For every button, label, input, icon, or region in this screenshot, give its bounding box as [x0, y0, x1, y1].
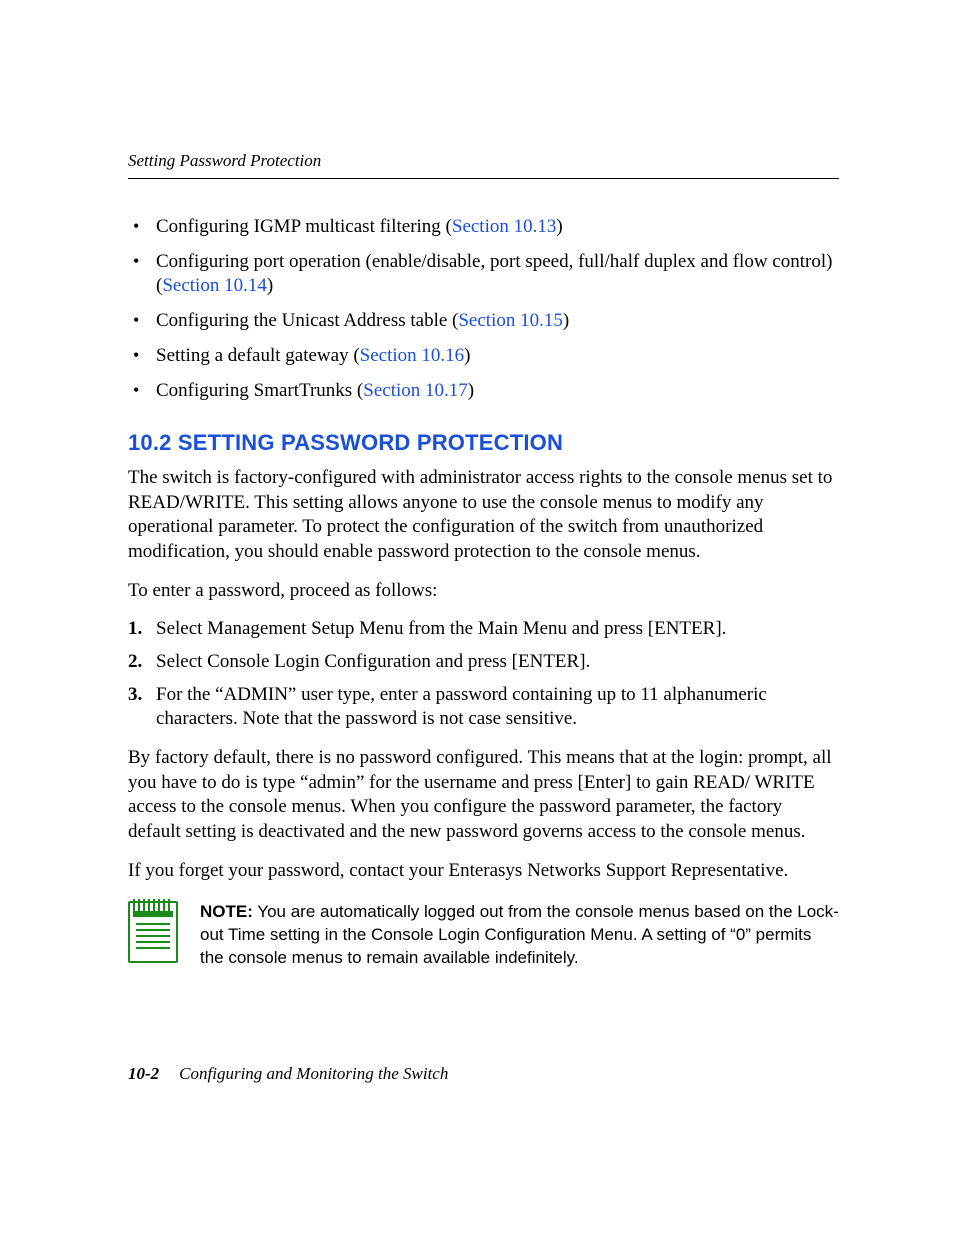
list-text-suffix: ): [468, 380, 474, 401]
section-link[interactable]: Section 10.13: [452, 216, 557, 237]
list-item: Configuring IGMP multicast filtering (Se…: [156, 215, 839, 240]
step-item: Select Console Login Configuration and p…: [156, 650, 839, 675]
note-callout: NOTE: You are automatically logged out f…: [128, 901, 839, 970]
list-text-suffix: ): [556, 216, 562, 237]
body-paragraph: If you forget your password, contact you…: [128, 859, 839, 884]
section-link[interactable]: Section 10.15: [458, 310, 563, 331]
ordered-steps: Select Management Setup Menu from the Ma…: [128, 617, 839, 732]
document-page: Setting Password Protection Configuring …: [0, 0, 954, 1235]
body-paragraph: The switch is factory-configured with ad…: [128, 466, 839, 565]
section-heading: 10.2 SETTING PASSWORD PROTECTION: [128, 429, 839, 458]
list-item: Configuring SmartTrunks (Section 10.17): [156, 379, 839, 404]
list-text: Configuring IGMP multicast filtering (: [156, 216, 452, 237]
body-paragraph: By factory default, there is no password…: [128, 746, 839, 845]
running-header: Setting Password Protection: [128, 150, 839, 179]
list-text-suffix: ): [563, 310, 569, 331]
list-item: Configuring port operation (enable/disab…: [156, 250, 839, 299]
chapter-title: Configuring and Monitoring the Switch: [179, 1064, 448, 1083]
step-item: Select Management Setup Menu from the Ma…: [156, 617, 839, 642]
note-label: NOTE:: [200, 902, 253, 921]
step-item: For the “ADMIN” user type, enter a passw…: [156, 683, 839, 732]
section-link[interactable]: Section 10.17: [363, 380, 468, 401]
list-item: Configuring the Unicast Address table (S…: [156, 309, 839, 334]
note-text: NOTE: You are automatically logged out f…: [200, 901, 839, 970]
section-link[interactable]: Section 10.16: [360, 345, 465, 366]
section-link[interactable]: Section 10.14: [162, 275, 267, 296]
list-text: Setting a default gateway (: [156, 345, 360, 366]
note-body: You are automatically logged out from th…: [200, 902, 839, 967]
list-text-suffix: ): [464, 345, 470, 366]
page-footer: 10-2 Configuring and Monitoring the Switc…: [128, 1063, 448, 1085]
notepad-icon: [128, 901, 178, 963]
list-text: Configuring the Unicast Address table (: [156, 310, 458, 331]
list-text: Configuring SmartTrunks (: [156, 380, 363, 401]
bullet-list: Configuring IGMP multicast filtering (Se…: [128, 215, 839, 403]
list-text-suffix: ): [267, 275, 273, 296]
page-number: 10-2: [128, 1064, 159, 1083]
list-item: Setting a default gateway (Section 10.16…: [156, 344, 839, 369]
body-paragraph: To enter a password, proceed as follows:: [128, 579, 839, 604]
